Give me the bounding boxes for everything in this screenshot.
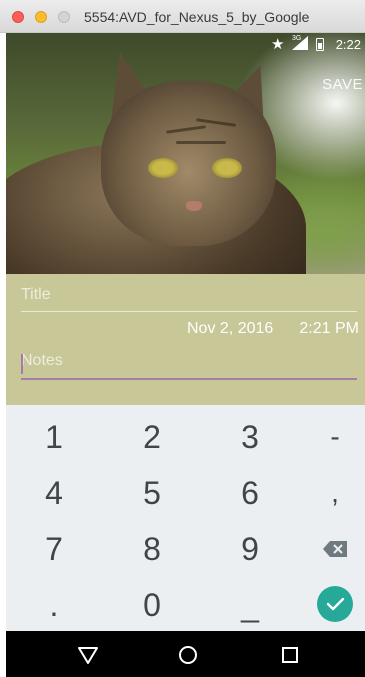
close-window-button[interactable]: [12, 11, 24, 23]
cat-photo: ★ 3G 2:22 SAVE: [6, 33, 365, 274]
window-titlebar: 5554:AVD_for_Nexus_5_by_Google: [0, 0, 365, 33]
back-icon[interactable]: [77, 644, 99, 666]
key-5[interactable]: 5: [108, 467, 196, 519]
key-6[interactable]: 6: [206, 467, 294, 519]
cat-stripe: [176, 141, 226, 144]
recents-icon[interactable]: [279, 644, 301, 666]
key-4[interactable]: 4: [10, 467, 98, 519]
home-icon[interactable]: [177, 644, 199, 666]
key-1[interactable]: 1: [10, 411, 98, 463]
key-0[interactable]: 0: [108, 579, 196, 631]
star-icon: ★: [271, 36, 285, 53]
key-underscore[interactable]: _: [206, 579, 294, 631]
note-form: Nov 2, 2016 2:21 PM: [6, 274, 365, 405]
done-check-icon: [326, 597, 345, 611]
navigation-bar: [6, 631, 365, 677]
status-bar: ★ 3G 2:22: [6, 33, 365, 55]
minimize-window-button[interactable]: [35, 11, 47, 23]
key-period[interactable]: .: [10, 579, 98, 631]
key-minus[interactable]: -: [291, 411, 365, 463]
cat-nose: [186, 201, 202, 211]
signal-icon: [292, 36, 308, 50]
notes-input[interactable]: [21, 348, 357, 380]
battery-icon: [316, 38, 324, 51]
key-9[interactable]: 9: [206, 523, 294, 575]
key-comma[interactable]: ,: [291, 467, 365, 519]
cat-head: [101, 81, 276, 246]
numeric-keyboard: 1 2 3 - 4 5 6 , 7 8 9 . 0 _: [6, 405, 365, 631]
key-7[interactable]: 7: [10, 523, 98, 575]
time-picker[interactable]: 2:21 PM: [299, 320, 359, 338]
key-2[interactable]: 2: [108, 411, 196, 463]
cat-eye-right: [212, 158, 242, 178]
cat-eye-left: [148, 158, 178, 178]
date-picker[interactable]: Nov 2, 2016: [187, 320, 273, 338]
done-button[interactable]: [317, 586, 353, 622]
maximize-window-button[interactable]: [58, 11, 70, 23]
backspace-icon[interactable]: [323, 541, 347, 557]
save-button[interactable]: SAVE: [322, 76, 363, 93]
emulator-screen: ★ 3G 2:22 SAVE Nov 2, 2016 2:21 PM 1 2 3…: [6, 33, 365, 677]
window-title: 5554:AVD_for_Nexus_5_by_Google: [84, 9, 310, 25]
status-time: 2:22: [335, 37, 361, 52]
text-cursor: [21, 354, 23, 374]
title-input[interactable]: [21, 282, 357, 312]
key-8[interactable]: 8: [108, 523, 196, 575]
key-3[interactable]: 3: [206, 411, 294, 463]
